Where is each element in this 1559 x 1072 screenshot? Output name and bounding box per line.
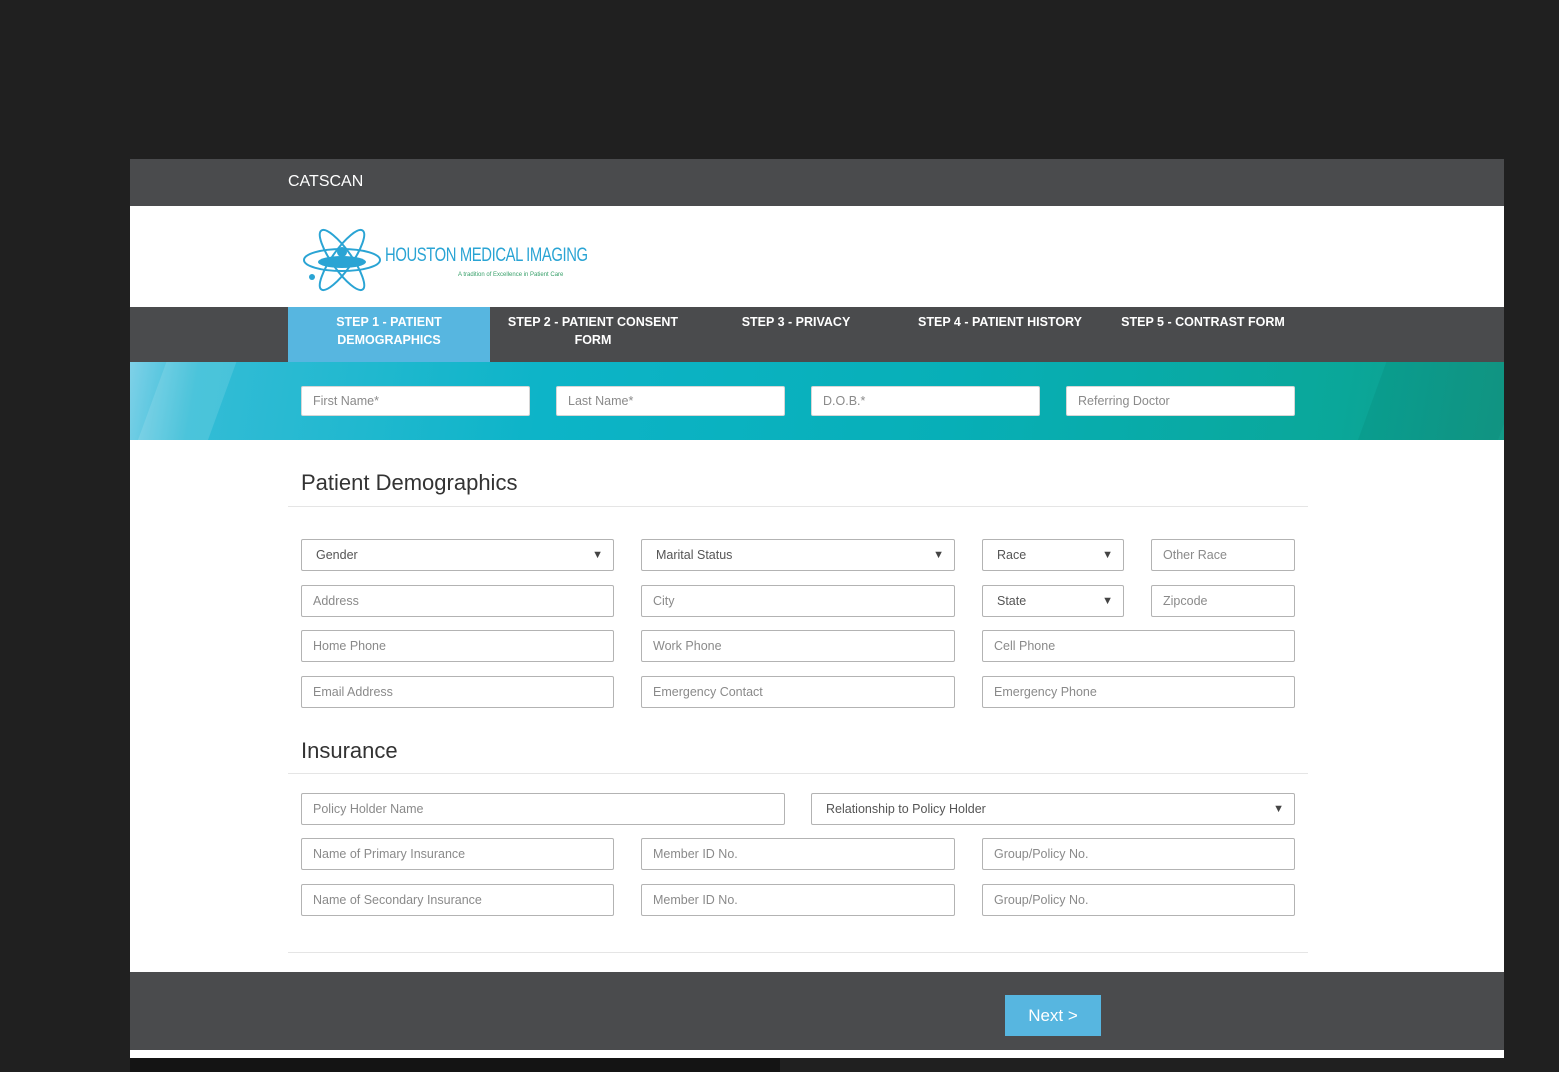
work-phone-input[interactable]: [641, 630, 955, 662]
state-select[interactable]: State ▼: [982, 585, 1124, 617]
home-phone-input[interactable]: [301, 630, 614, 662]
dob-input[interactable]: [811, 386, 1040, 416]
email-input[interactable]: [301, 676, 614, 708]
logo-tagline: A tradition of Excellence in Patient Car…: [458, 272, 564, 278]
step-1-label: STEP 1 - PATIENT: [336, 315, 442, 329]
secondary-group-input[interactable]: [982, 884, 1295, 916]
logo-header: HOUSTON MEDICAL IMAGING A tradition of E…: [130, 206, 1504, 307]
banner-streak: [130, 362, 241, 440]
state-value: State: [997, 594, 1027, 608]
divider: [288, 952, 1308, 953]
primary-insurance-input[interactable]: [301, 838, 614, 870]
cell-phone-input[interactable]: [982, 630, 1295, 662]
other-race-input[interactable]: [1151, 539, 1295, 571]
caret-down-icon: ▼: [1102, 595, 1113, 607]
demographics-title: Patient Demographics: [301, 470, 518, 495]
divider: [288, 506, 1308, 507]
divider: [288, 773, 1308, 774]
primary-member-id-input[interactable]: [641, 838, 955, 870]
last-name-input[interactable]: [556, 386, 785, 416]
primary-group-input[interactable]: [982, 838, 1295, 870]
step-5-label: STEP 5 - CONTRAST FORM: [1121, 315, 1285, 329]
atom-logo-icon: [303, 228, 381, 292]
secondary-insurance-input[interactable]: [301, 884, 614, 916]
step-2-label: STEP 2 - PATIENT CONSENT: [507, 315, 679, 329]
referring-doctor-input[interactable]: [1066, 386, 1295, 416]
address-input[interactable]: [301, 585, 614, 617]
first-name-input[interactable]: [301, 386, 530, 416]
race-value: Race: [997, 548, 1027, 562]
relationship-select[interactable]: Relationship to Policy Holder ▼: [811, 793, 1295, 825]
step-5-tab[interactable]: STEP 5 - CONTRAST FORM: [1102, 307, 1304, 362]
step-1-tab[interactable]: STEP 1 - PATIENT DEMOGRAPHICS: [288, 307, 490, 362]
marital-status-value: Marital Status: [656, 548, 733, 562]
bottom-strip: [130, 1050, 1504, 1058]
step-3-tab[interactable]: STEP 3 - PRIVACY: [696, 307, 896, 362]
logo-name: HOUSTON MEDICAL IMAGING: [385, 245, 588, 266]
step-4-label: STEP 4 - PATIENT HISTORY: [918, 315, 1082, 329]
city-input[interactable]: [641, 585, 955, 617]
patient-banner: [130, 362, 1504, 440]
relationship-value: Relationship to Policy Holder: [826, 802, 986, 816]
app-window: CATSCAN HOUSTON MEDICAL IMAGING A tradit…: [130, 159, 1504, 1058]
step-2-label-line2: FORM: [574, 333, 612, 347]
caret-down-icon: ▼: [1273, 803, 1284, 815]
gender-value: Gender: [316, 548, 358, 562]
step-2-tab[interactable]: STEP 2 - PATIENT CONSENT FORM: [490, 307, 696, 362]
caret-down-icon: ▼: [1102, 549, 1113, 561]
banner-streak: [1349, 362, 1504, 440]
marital-status-select[interactable]: Marital Status ▼: [641, 539, 955, 571]
insurance-title: Insurance: [301, 738, 398, 763]
secondary-member-id-input[interactable]: [641, 884, 955, 916]
step-3-label: STEP 3 - PRIVACY: [741, 315, 851, 329]
step-1-label-line2: DEMOGRAPHICS: [337, 333, 441, 347]
next-button[interactable]: Next >: [1005, 995, 1101, 1036]
emergency-phone-input[interactable]: [982, 676, 1295, 708]
emergency-contact-input[interactable]: [641, 676, 955, 708]
gender-select[interactable]: Gender ▼: [301, 539, 614, 571]
zipcode-input[interactable]: [1151, 585, 1295, 617]
caret-down-icon: ▼: [592, 549, 603, 561]
top-bar: CATSCAN: [130, 159, 1504, 206]
caret-down-icon: ▼: [933, 549, 944, 561]
bottom-shadow: [130, 1058, 780, 1072]
footer-bar: Next >: [130, 972, 1504, 1050]
app-title: CATSCAN: [288, 173, 364, 190]
race-select[interactable]: Race ▼: [982, 539, 1124, 571]
policy-holder-input[interactable]: [301, 793, 785, 825]
step-4-tab[interactable]: STEP 4 - PATIENT HISTORY: [900, 307, 1100, 362]
steps-nav: STEP 1 - PATIENT DEMOGRAPHICS STEP 2 - PA…: [130, 307, 1504, 362]
